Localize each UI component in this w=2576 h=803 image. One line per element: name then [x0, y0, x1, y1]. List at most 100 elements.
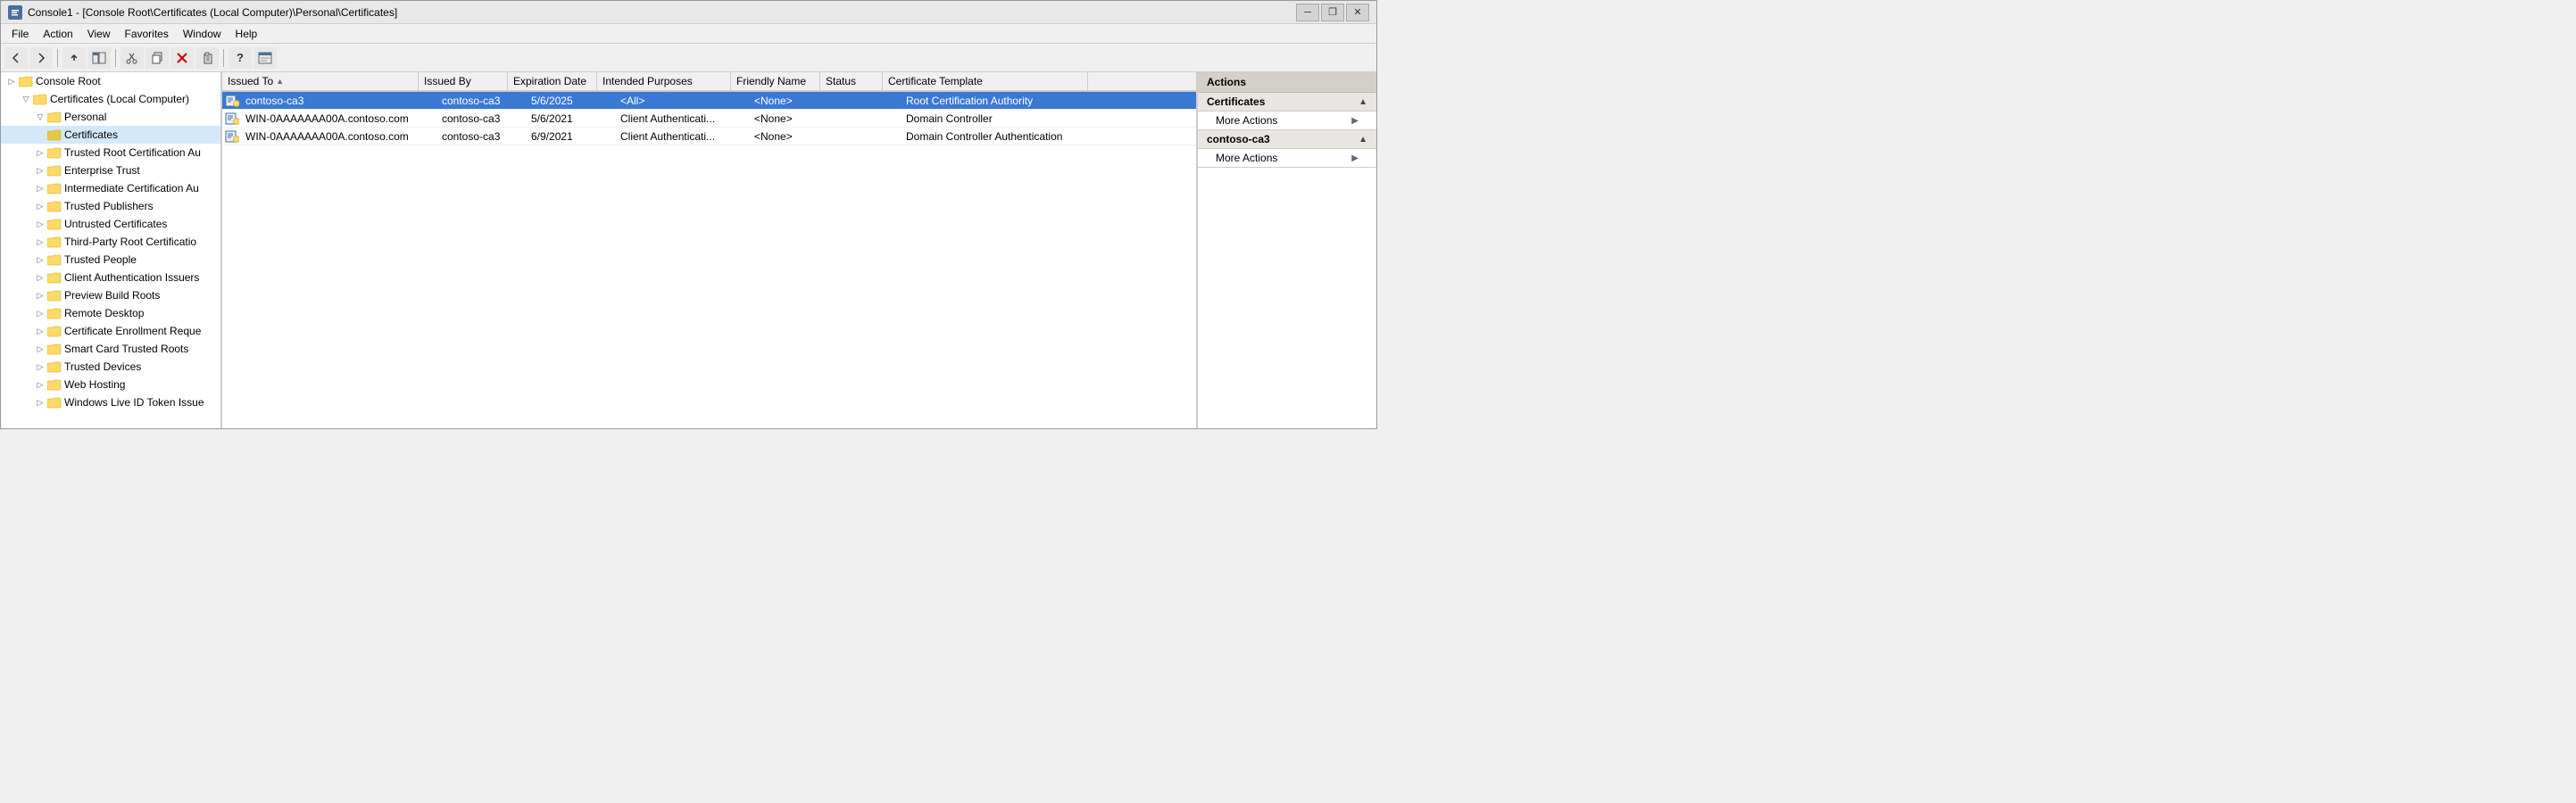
folder-icon — [47, 164, 62, 177]
cell-friendly: <None> — [749, 128, 838, 145]
toolbar-separator-1 — [57, 49, 58, 67]
tree-item-trusted-people[interactable]: ▷ Trusted People — [1, 251, 220, 269]
table-row[interactable]: WIN-0AAAAAAA00A.contoso.com contoso-ca3 … — [222, 128, 1196, 145]
col-header-friendly[interactable]: Friendly Name — [731, 72, 820, 90]
cell-issued-by: contoso-ca3 — [436, 93, 526, 109]
tree-label: Windows Live ID Token Issue — [64, 396, 204, 409]
cell-status — [838, 135, 901, 138]
tree-label: Trusted Devices — [64, 360, 141, 373]
tree-item-untrusted-certs[interactable]: ▷ Untrusted Certificates — [1, 215, 220, 233]
tree-item-smart-card[interactable]: ▷ Smart Card Trusted Roots — [1, 340, 220, 358]
menu-favorites[interactable]: Favorites — [118, 26, 176, 42]
action-section-header-contoso[interactable]: contoso-ca3 ▲ — [1198, 130, 1376, 149]
action-section-contoso: contoso-ca3 ▲ More Actions ▶ — [1198, 130, 1376, 168]
expander-icon: ▷ — [33, 288, 47, 302]
col-header-issued-by[interactable]: Issued By — [419, 72, 508, 90]
toolbar-separator-3 — [223, 49, 224, 67]
tree-item-third-party-root[interactable]: ▷ Third-Party Root Certificatio — [1, 233, 220, 251]
tree-item-remote-desktop[interactable]: ▷ Remote Desktop — [1, 304, 220, 322]
tree-label: Certificate Enrollment Reque — [64, 325, 201, 337]
col-header-label: Issued To — [228, 75, 273, 87]
properties-button[interactable] — [253, 47, 277, 69]
tree-item-client-auth[interactable]: ▷ Client Authentication Issuers — [1, 269, 220, 286]
folder-icon — [47, 360, 62, 373]
expander-icon: ▷ — [33, 217, 47, 231]
tree-label: Trusted Publishers — [64, 200, 154, 212]
menu-action[interactable]: Action — [36, 26, 79, 42]
col-header-template[interactable]: Certificate Template — [883, 72, 1088, 90]
action-section-certificates: Certificates ▲ More Actions ▶ — [1198, 93, 1376, 130]
app-icon — [8, 5, 22, 20]
title-bar-left: Console1 - [Console Root\Certificates (L… — [8, 5, 397, 20]
menu-window[interactable]: Window — [176, 26, 229, 42]
col-header-status[interactable]: Status — [820, 72, 883, 90]
forward-button[interactable] — [29, 47, 53, 69]
help-button[interactable]: ? — [229, 47, 252, 69]
cell-friendly: <None> — [749, 93, 838, 109]
col-header-expiration[interactable]: Expiration Date — [508, 72, 597, 90]
tree-label: Remote Desktop — [64, 307, 144, 319]
expander-icon: ▷ — [33, 163, 47, 178]
folder-icon — [47, 218, 62, 230]
main-window: Console1 - [Console Root\Certificates (L… — [0, 0, 1377, 429]
list-header: Issued To ▲ Issued By Expiration Date In… — [222, 72, 1196, 92]
delete-button[interactable] — [170, 47, 194, 69]
copy-button[interactable] — [145, 47, 169, 69]
tree-item-enterprise-trust[interactable]: ▷ Enterprise Trust — [1, 161, 220, 179]
col-header-label: Expiration Date — [513, 75, 586, 87]
col-header-label: Issued By — [424, 75, 471, 87]
action-label: More Actions — [1216, 114, 1277, 127]
folder-icon — [47, 253, 62, 266]
tree-item-console-root[interactable]: ▷ Console Root — [1, 72, 220, 90]
minimize-button[interactable]: ─ — [1296, 4, 1319, 21]
col-header-issued-to[interactable]: Issued To ▲ — [222, 72, 419, 90]
action-item-more-actions-contoso[interactable]: More Actions ▶ — [1198, 149, 1376, 167]
restore-button[interactable]: ❐ — [1321, 4, 1344, 21]
menu-view[interactable]: View — [80, 26, 118, 42]
close-button[interactable]: ✕ — [1346, 4, 1369, 21]
tree-item-personal[interactable]: ▽ Personal — [1, 108, 220, 126]
section-label: contoso-ca3 — [1207, 133, 1270, 145]
tree-item-preview-build[interactable]: ▷ Preview Build Roots — [1, 286, 220, 304]
tree-item-cert-enrollment[interactable]: ▷ Certificate Enrollment Reque — [1, 322, 220, 340]
cell-expiration: 5/6/2021 — [526, 111, 615, 127]
expander-icon: ▷ — [33, 395, 47, 410]
tree-item-web-hosting[interactable]: ▷ Web Hosting — [1, 376, 220, 393]
expander-icon: ▷ — [33, 145, 47, 160]
col-header-purposes[interactable]: Intended Purposes — [597, 72, 731, 90]
cell-expiration: 6/9/2021 — [526, 128, 615, 145]
tree-item-local-computer[interactable]: ▽ Certificates (Local Computer) — [1, 90, 220, 108]
action-section-header-certificates[interactable]: Certificates ▲ — [1198, 93, 1376, 112]
menu-file[interactable]: File — [4, 26, 36, 42]
table-row[interactable]: WIN-0AAAAAAA00A.contoso.com contoso-ca3 … — [222, 110, 1196, 128]
action-label: More Actions — [1216, 152, 1277, 164]
show-hide-button[interactable] — [87, 47, 111, 69]
tree-label: Console Root — [36, 75, 101, 87]
tree-label: Enterprise Trust — [64, 164, 140, 177]
title-bar: Console1 - [Console Root\Certificates (L… — [1, 1, 1376, 24]
sort-arrow-icon: ▲ — [276, 77, 284, 86]
tree-item-intermediate-cert[interactable]: ▷ Intermediate Certification Au — [1, 179, 220, 197]
expander-icon: ▷ — [33, 342, 47, 356]
tree-item-windows-live[interactable]: ▷ Windows Live ID Token Issue — [1, 393, 220, 411]
expander-icon: ▷ — [33, 360, 47, 374]
table-row[interactable]: contoso-ca3 contoso-ca3 5/6/2025 <All> <… — [222, 92, 1196, 110]
cell-purposes: <All> — [615, 93, 749, 109]
menu-help[interactable]: Help — [229, 26, 265, 42]
tree-item-trusted-devices[interactable]: ▷ Trusted Devices — [1, 358, 220, 376]
action-item-more-actions-certs[interactable]: More Actions ▶ — [1198, 112, 1376, 129]
up-button[interactable] — [62, 47, 86, 69]
cell-template: Domain Controller Authentication — [901, 128, 1106, 145]
cell-expiration: 5/6/2025 — [526, 93, 615, 109]
window-controls: ─ ❐ ✕ — [1296, 4, 1369, 21]
back-button[interactable] — [4, 47, 28, 69]
folder-icon — [47, 146, 62, 159]
expander-icon: ▽ — [19, 92, 33, 106]
tree-label: Preview Build Roots — [64, 289, 160, 302]
tree-item-certificates[interactable]: Certificates — [1, 126, 220, 144]
cut-button[interactable] — [120, 47, 144, 69]
tree-item-trusted-publishers[interactable]: ▷ Trusted Publishers — [1, 197, 220, 215]
tree-item-trusted-root[interactable]: ▷ Trusted Root Certification Au — [1, 144, 220, 161]
paste-button[interactable] — [195, 47, 219, 69]
expander-icon: ▷ — [33, 181, 47, 195]
